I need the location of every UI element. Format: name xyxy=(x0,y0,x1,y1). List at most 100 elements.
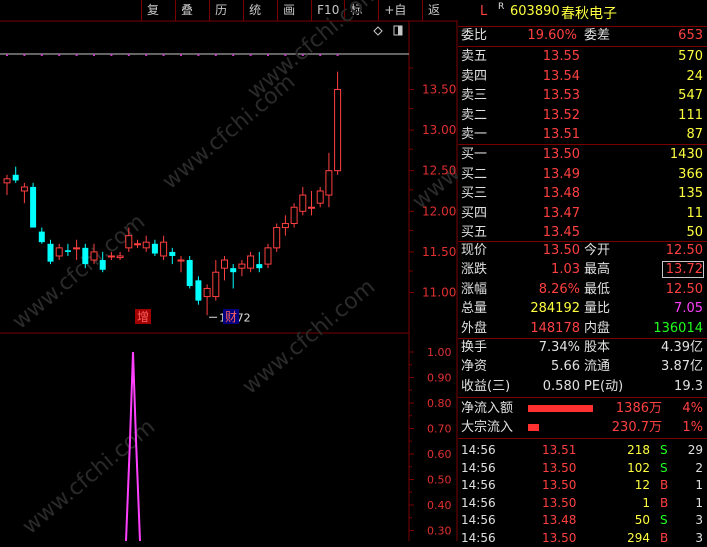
quote-row-4[interactable]: 外盘 148178 内盘 136014 xyxy=(458,320,707,338)
stats-value-2: 19.3 xyxy=(674,378,703,394)
event-badge-1[interactable]: 财 xyxy=(225,310,237,324)
high-value-box xyxy=(662,261,704,278)
quote-label-2: 最高 xyxy=(584,262,611,278)
flow-amount: 1386万 xyxy=(615,401,662,416)
ask-price: 13.52 xyxy=(542,107,580,123)
stats-label: 收益(三) xyxy=(461,378,511,394)
tick-side: S xyxy=(660,460,668,475)
ask-row-3[interactable]: 卖三 13.53 547 xyxy=(458,87,707,105)
candle-body-20 xyxy=(177,259,185,262)
stats-label-2: 流通 xyxy=(584,359,611,375)
candle-body-36 xyxy=(316,190,324,204)
tick-side: B xyxy=(660,495,669,510)
bid-volume: 135 xyxy=(678,186,703,202)
quote-label-2: 量比 xyxy=(584,301,611,317)
weicha-value: 653 xyxy=(678,28,703,43)
chart-area[interactable]: www.cfchi.comwww.cfchi.comwww.cfchi.comw… xyxy=(0,0,458,541)
r-badge: R xyxy=(498,2,505,12)
event-badge-0[interactable]: 增 xyxy=(137,310,149,324)
candle-body-26 xyxy=(230,268,237,273)
signal-dot xyxy=(301,54,304,56)
candle-body-35 xyxy=(308,206,315,209)
quote-value-2: 12.50 xyxy=(665,281,703,297)
ask-row-1[interactable]: 卖五 13.55 570 xyxy=(458,48,707,66)
tick-price: 13.51 xyxy=(542,443,577,457)
bid-label: 买三 xyxy=(461,186,488,202)
ask-row-5[interactable]: 卖一 13.51 87 xyxy=(458,126,707,144)
tick-row[interactable]: 14:56 13.50 12 B 1 xyxy=(458,476,707,494)
weicha-label: 委差 xyxy=(584,28,611,43)
tick-volume: 102 xyxy=(627,460,650,475)
bid-label: 买四 xyxy=(461,205,488,221)
quote-panel: L R 603890 春秋电子 委比 19.60% 委差 653 卖五 13.55 570 卖… xyxy=(458,0,707,545)
tick-side: S xyxy=(660,443,668,457)
signal-dot xyxy=(214,54,217,56)
quote-row-0[interactable]: 现价 13.50 今开 12.50 xyxy=(458,242,707,260)
candle-body-8 xyxy=(73,247,81,250)
candle-body-34 xyxy=(299,194,307,212)
bid-price: 13.50 xyxy=(542,147,580,162)
price-tick-label: 12.00 xyxy=(422,204,456,218)
separator xyxy=(458,144,707,145)
bid-row-2[interactable]: 买二 13.49 366 xyxy=(458,166,707,184)
tick-volume: 50 xyxy=(634,513,650,528)
flow-row-0[interactable]: 净流入额 1386万 4% xyxy=(458,400,707,418)
bid-row-4[interactable]: 买四 13.47 11 xyxy=(458,205,707,223)
tick-volume: 12 xyxy=(634,478,650,493)
signal-dot xyxy=(232,54,235,56)
price-tick-label: 11.50 xyxy=(422,245,456,259)
tick-price: 13.50 xyxy=(542,460,577,475)
bid-row-5[interactable]: 买五 13.45 50 xyxy=(458,224,707,242)
tick-time: 14:56 xyxy=(461,495,496,510)
quote-value: 1.03 xyxy=(551,262,580,278)
candle-body-6 xyxy=(55,247,63,257)
tick-side: S xyxy=(660,513,668,528)
quote-label-2: 今开 xyxy=(584,243,611,258)
stats-value-2: 3.87亿 xyxy=(661,359,703,375)
flow-percent: 4% xyxy=(682,401,703,416)
candle-body-0 xyxy=(3,178,11,184)
bid-row-1[interactable]: 买一 13.50 1430 xyxy=(458,146,707,164)
stats-row-2[interactable]: 收益(三) 0.580 PE(动) 19.3 xyxy=(458,378,707,396)
indicator-tick-label: 0.40 xyxy=(427,499,452,512)
quote-label: 涨跌 xyxy=(461,262,488,278)
tick-price: 13.50 xyxy=(542,478,577,493)
candle-body-9 xyxy=(82,247,89,265)
quote-label-2: 最低 xyxy=(584,281,611,297)
tick-price: 13.50 xyxy=(542,531,577,545)
signal-dot xyxy=(197,54,200,56)
signal-dot xyxy=(23,54,26,56)
ask-row-4[interactable]: 卖二 13.52 111 xyxy=(458,107,707,125)
bid-volume: 11 xyxy=(686,205,703,221)
signal-dot xyxy=(93,54,95,56)
ask-row-2[interactable]: 卖四 13.54 24 xyxy=(458,68,707,86)
flow-percent: 1% xyxy=(682,420,703,436)
quote-row-3[interactable]: 总量 284192 量比 7.05 xyxy=(458,300,707,318)
stats-row-1[interactable]: 净资 5.66 流通 3.87亿 xyxy=(458,358,707,376)
signal-dot xyxy=(75,54,78,56)
tick-row[interactable]: 14:56 13.50 294 B 3 xyxy=(458,529,707,547)
bid-label: 买一 xyxy=(461,147,488,162)
quote-label-2: 内盘 xyxy=(584,320,611,336)
tick-row[interactable]: 14:56 13.50 1 B 1 xyxy=(458,494,707,512)
weibi-row[interactable]: 委比 19.60% 委差 653 xyxy=(458,27,707,45)
tick-row[interactable]: 14:56 13.50 102 S 2 xyxy=(458,459,707,477)
quote-value-2: 136014 xyxy=(653,320,703,336)
flow-label: 净流入额 xyxy=(461,401,514,416)
bid-price: 13.49 xyxy=(542,166,580,182)
quote-label: 涨幅 xyxy=(461,281,488,297)
candle-body-3 xyxy=(30,186,37,228)
tick-row[interactable]: 14:56 13.51 218 S 29 xyxy=(458,441,707,459)
flow-row-1[interactable]: 大宗流入 230.7万 1% xyxy=(458,419,707,437)
ask-label: 卖二 xyxy=(461,107,488,123)
tick-row[interactable]: 14:56 13.48 50 S 3 xyxy=(458,511,707,529)
indicator-tick-label: 0.50 xyxy=(427,474,452,487)
bid-row-3[interactable]: 买三 13.48 135 xyxy=(458,185,707,203)
separator xyxy=(458,438,707,439)
ask-volume: 570 xyxy=(678,49,703,64)
quote-row-2[interactable]: 涨幅 8.26% 最低 12.50 xyxy=(458,281,707,299)
candle-body-5 xyxy=(47,243,54,262)
candle-body-37 xyxy=(325,170,333,196)
candle-body-32 xyxy=(281,222,289,229)
stats-row-0[interactable]: 换手 7.34% 股本 4.39亿 xyxy=(458,339,707,357)
